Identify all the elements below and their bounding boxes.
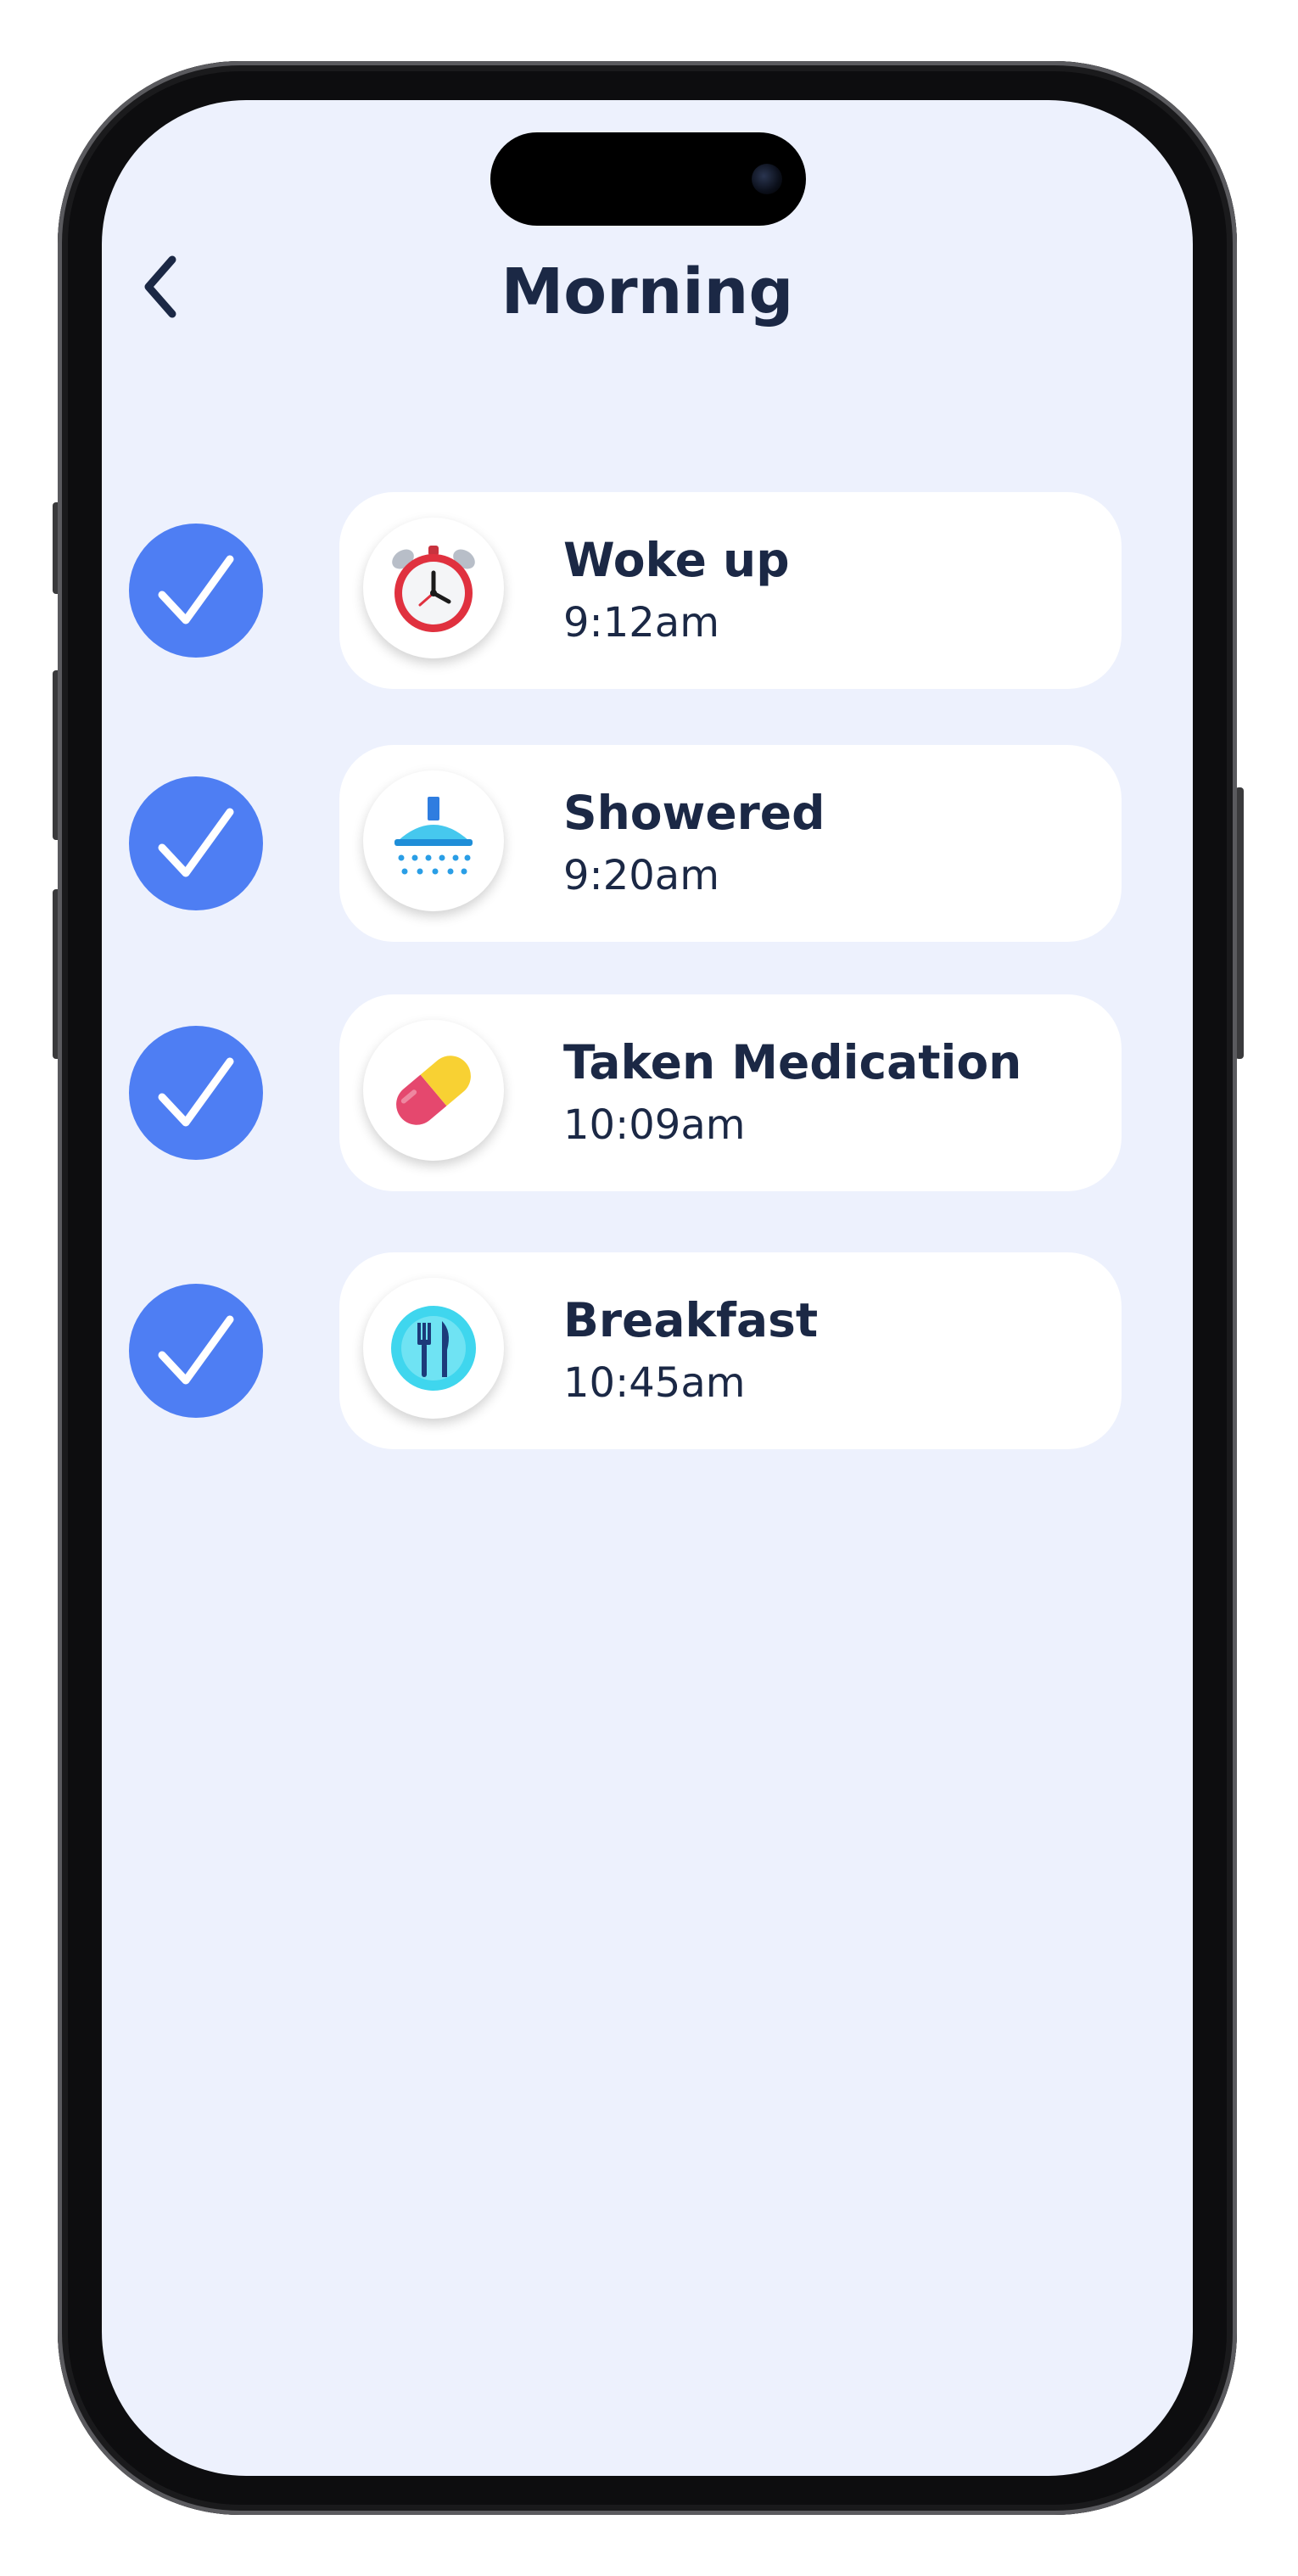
activity-row-showered: Showered 9:20am (102, 745, 1193, 942)
plate-cutlery-icon (391, 1306, 476, 1391)
checkmark-icon (158, 808, 234, 877)
activity-card[interactable]: Showered 9:20am (339, 745, 1122, 942)
activity-time: 9:20am (563, 852, 719, 899)
shower-icon (394, 797, 473, 875)
activity-label: Taken Medication (563, 1035, 1022, 1089)
activity-row-woke-up: Woke up 9:12am (102, 492, 1193, 689)
activity-card[interactable]: Taken Medication 10:09am (339, 994, 1122, 1191)
activity-time: 9:12am (563, 599, 719, 647)
phone-frame: Morning Woke up 9:12am Showered 9:20am T… (58, 61, 1237, 2515)
checkmark-icon (158, 1057, 234, 1127)
completed-checkbox[interactable] (129, 1284, 263, 1418)
alarm-clock-icon (392, 546, 475, 632)
activity-card[interactable]: Woke up 9:12am (339, 492, 1122, 689)
activity-card[interactable]: Breakfast 10:45am (339, 1252, 1122, 1449)
checkmark-icon (158, 1315, 234, 1385)
page-title: Morning (501, 255, 794, 328)
app-screen: Morning Woke up 9:12am Showered 9:20am T… (102, 100, 1193, 2476)
activity-time: 10:45am (563, 1359, 746, 1407)
activity-time: 10:09am (563, 1101, 746, 1149)
completed-checkbox[interactable] (129, 1026, 263, 1160)
activity-icon-badge (363, 1278, 504, 1419)
activity-label: Breakfast (563, 1293, 819, 1347)
pill-icon (396, 1056, 471, 1125)
dynamic-island (490, 132, 806, 226)
completed-checkbox[interactable] (129, 776, 263, 910)
completed-checkbox[interactable] (129, 524, 263, 658)
activity-icon-badge (363, 1020, 504, 1161)
activity-row-breakfast: Breakfast 10:45am (102, 1252, 1193, 1449)
activity-icon-badge (363, 518, 504, 658)
activity-icon-badge (363, 770, 504, 911)
front-camera (752, 164, 782, 194)
checkmark-icon (158, 555, 234, 624)
activity-label: Woke up (563, 533, 790, 587)
activity-row-medication: Taken Medication 10:09am (102, 994, 1193, 1191)
activity-label: Showered (563, 786, 825, 840)
